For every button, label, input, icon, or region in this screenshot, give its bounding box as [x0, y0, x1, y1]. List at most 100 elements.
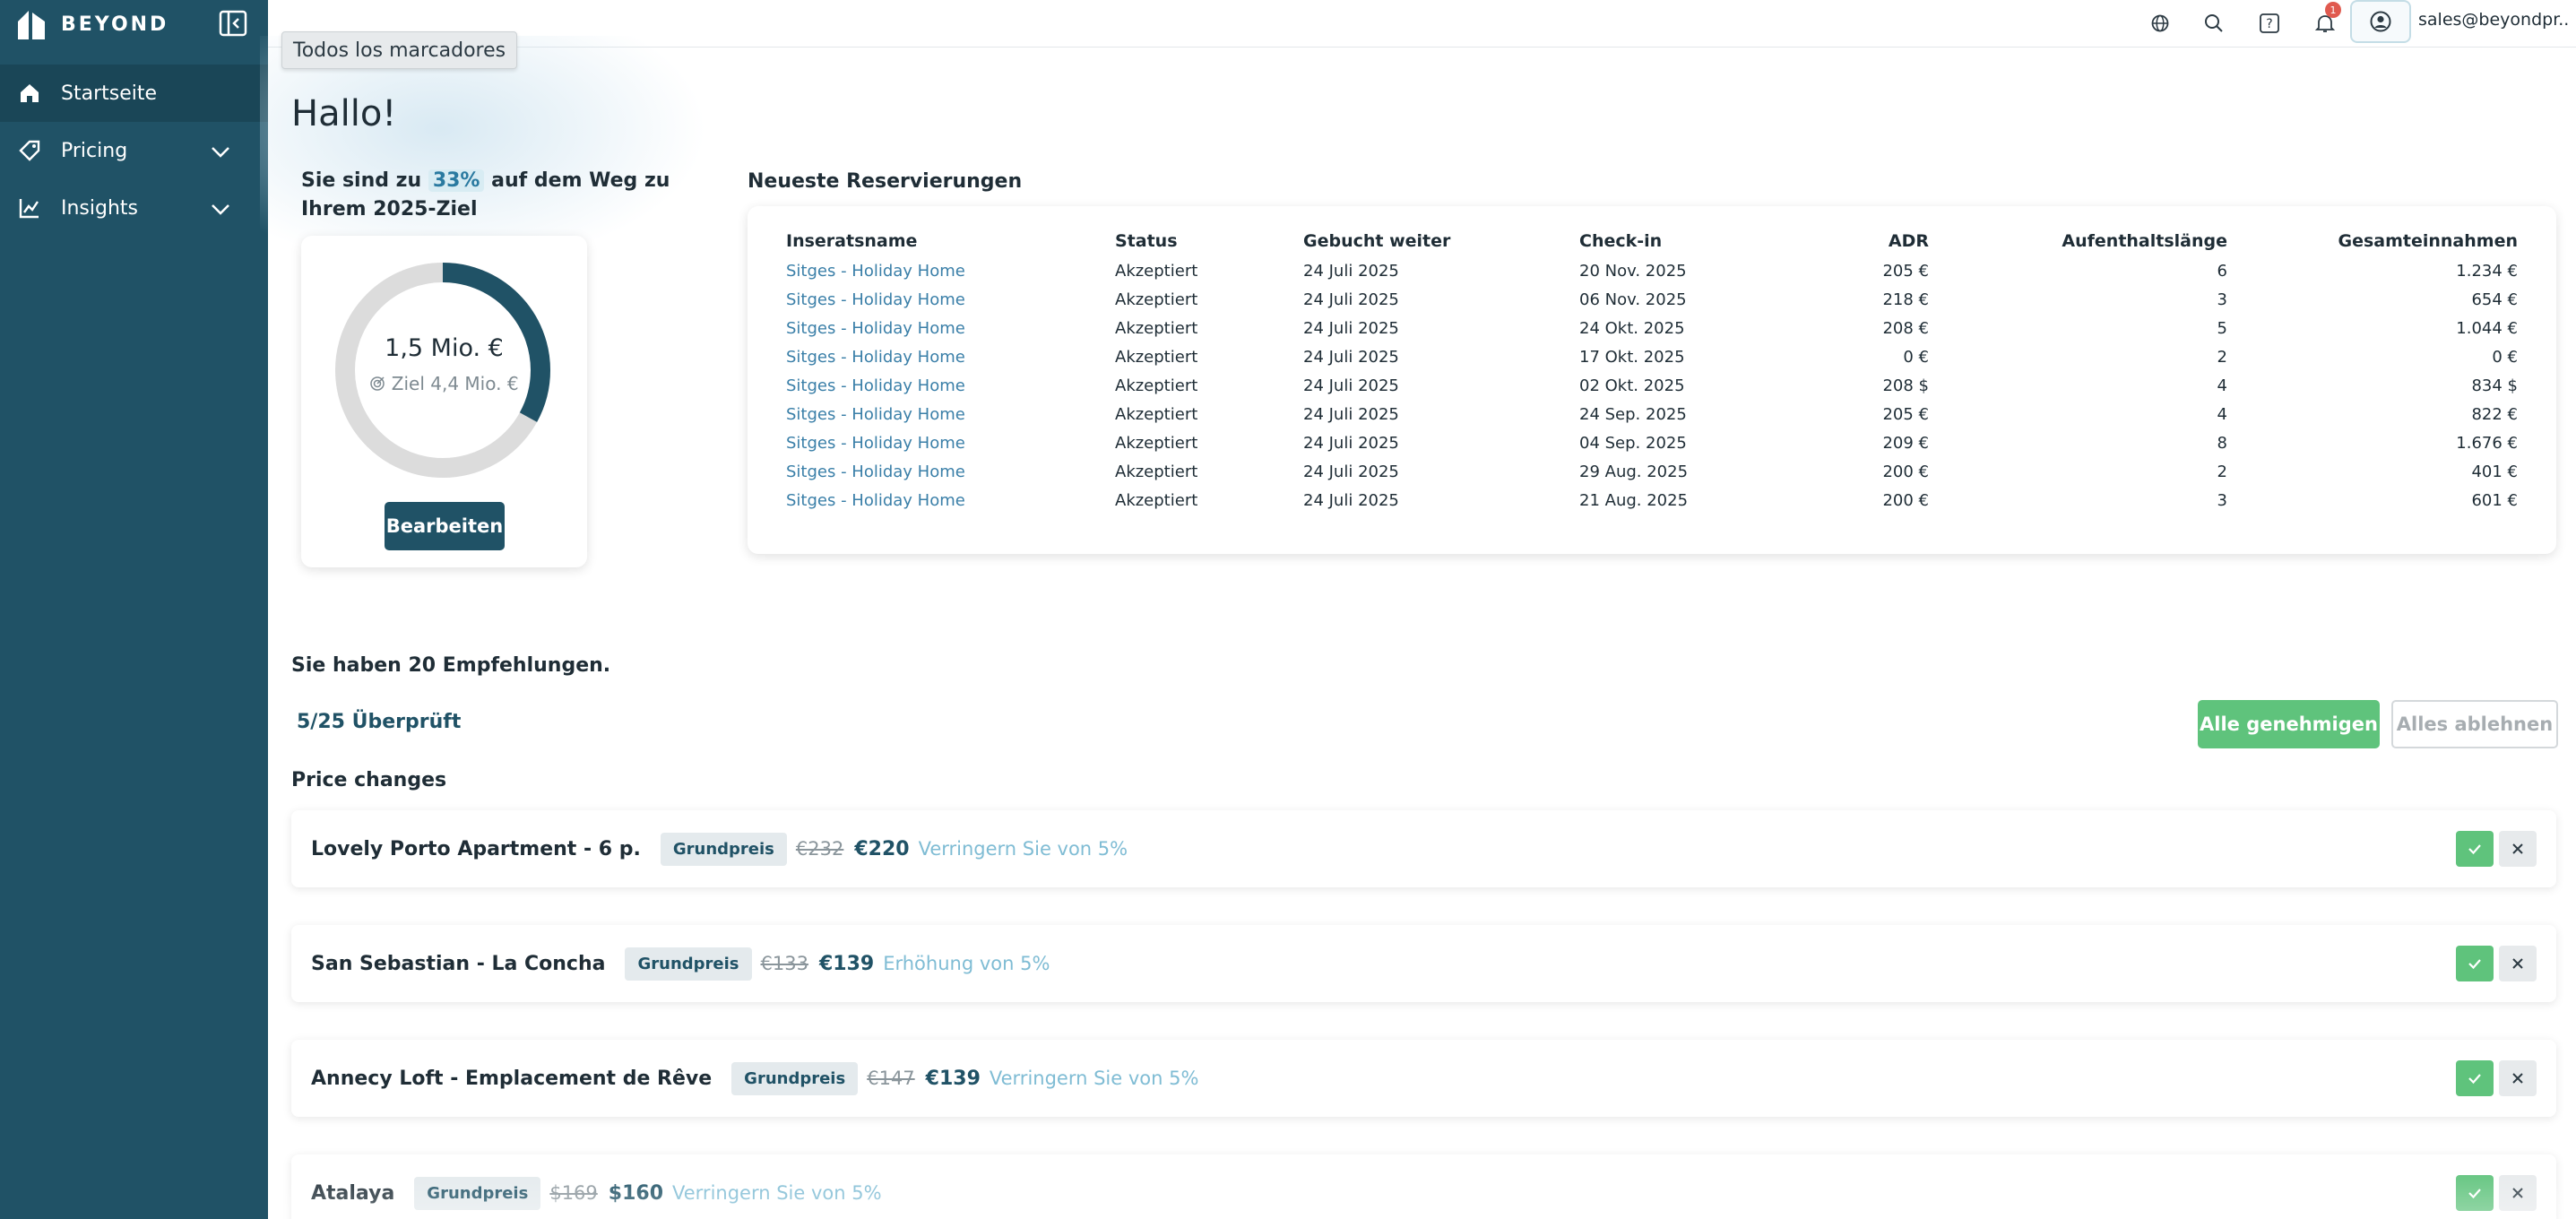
listing-name-link[interactable]: Sitges - Holiday Home — [786, 256, 1115, 285]
table-cell: 601 € — [2471, 490, 2518, 510]
price-tag-icon — [16, 137, 43, 164]
table-cell: 21 Aug. 2025 — [1579, 490, 1689, 510]
reject-button[interactable] — [2499, 831, 2537, 867]
new-price: €220 — [854, 837, 910, 860]
approve-button[interactable] — [2456, 1060, 2494, 1096]
sidebar-item-startseite[interactable]: Startseite — [0, 65, 268, 122]
goal-target: Ziel 4,4 Mio. € — [301, 373, 587, 394]
table-cell: Akzeptiert — [1115, 376, 1198, 395]
user-email[interactable]: sales@beyondpr... — [2418, 10, 2571, 30]
listing-name-link[interactable]: Sitges - Holiday Home — [786, 486, 1115, 514]
brand-logo[interactable]: BEYOND — [16, 5, 169, 43]
table-cell: 1.676 € — [2456, 433, 2518, 453]
check-icon — [2468, 1074, 2481, 1085]
column-header[interactable]: Status — [1115, 226, 1303, 256]
sidebar-item-pricing[interactable]: Pricing — [0, 122, 268, 179]
change-note: Verringern Sie von 5% — [989, 1068, 1199, 1089]
listing-name-link[interactable]: Sitges - Holiday Home — [786, 342, 1115, 371]
target-icon — [370, 376, 385, 391]
reservations-card: Inseratsname Status Gebucht weiter Check… — [748, 206, 2556, 554]
table-row[interactable]: Sitges - Holiday Home Akzeptiert 24 Juli 2… — [786, 342, 2518, 371]
table-cell: 24 Juli 2025 — [1303, 318, 1399, 338]
table-row[interactable]: Sitges - Holiday Home Akzeptiert 24 Juli 2… — [786, 256, 2518, 285]
help-button[interactable]: ? — [2252, 5, 2287, 41]
user-icon — [2370, 11, 2391, 32]
listing-name-link[interactable]: Sitges - Holiday Home — [786, 285, 1115, 314]
reject-button[interactable] — [2499, 1175, 2537, 1211]
column-header[interactable]: Inseratsname — [786, 226, 1115, 256]
edit-goal-button[interactable]: Bearbeiten — [385, 502, 505, 550]
goal-progress-text: Sie sind zu 33% auf dem Weg zu Ihrem 202… — [301, 167, 713, 224]
table-row[interactable]: Sitges - Holiday Home Akzeptiert 24 Juli 2… — [786, 457, 2518, 486]
approve-button[interactable] — [2456, 831, 2494, 867]
search-button[interactable] — [2196, 5, 2232, 41]
table-cell: 3 — [2217, 490, 2227, 510]
table-cell: 2 — [2217, 347, 2227, 367]
column-header[interactable]: Check-in — [1579, 226, 1780, 256]
table-cell: 0 € — [2492, 347, 2518, 367]
close-icon — [2512, 958, 2523, 969]
close-icon — [2512, 843, 2523, 854]
user-menu-button[interactable] — [2350, 0, 2411, 43]
column-header[interactable]: Gebucht weiter — [1303, 226, 1579, 256]
table-cell: 205 € — [1882, 404, 1929, 424]
table-cell: 200 € — [1882, 462, 1929, 481]
sidebar-nav: Startseite Pricing Insights — [0, 65, 268, 237]
change-note: Verringern Sie von 5% — [672, 1182, 882, 1204]
column-header[interactable]: Aufenthaltslänge — [1929, 226, 2227, 256]
table-row[interactable]: Sitges - Holiday Home Akzeptiert 24 Juli 2… — [786, 285, 2518, 314]
chevron-down-icon[interactable] — [209, 197, 232, 220]
chevron-down-icon[interactable] — [209, 140, 232, 163]
approve-button[interactable] — [2456, 1175, 2494, 1211]
search-icon — [2205, 14, 2223, 32]
notifications-button[interactable]: 1 — [2307, 2, 2343, 41]
change-note: Erhöhung von 5% — [883, 953, 1050, 974]
listing-name-link[interactable]: Sitges - Holiday Home — [786, 457, 1115, 486]
table-row[interactable]: Sitges - Holiday Home Akzeptiert 24 Juli 2… — [786, 314, 2518, 342]
reject-all-button[interactable]: Alles ablehnen — [2391, 700, 2558, 748]
goal-text-before: Sie sind zu — [301, 169, 422, 192]
table-cell: 24 Juli 2025 — [1303, 376, 1399, 395]
table-cell: 29 Aug. 2025 — [1579, 462, 1689, 481]
table-cell: Akzeptiert — [1115, 347, 1198, 367]
table-row[interactable]: Sitges - Holiday Home Akzeptiert 24 Juli 2… — [786, 371, 2518, 400]
price-change-row: Atalaya Grundpreis $169 $160 Verringern Sie … — [291, 1154, 2556, 1219]
listing-name-link[interactable]: Sitges - Holiday Home — [786, 400, 1115, 428]
collapse-sidebar-button[interactable] — [219, 9, 247, 38]
table-cell: 401 € — [2471, 462, 2518, 481]
table-row[interactable]: Sitges - Holiday Home Akzeptiert 24 Juli 2… — [786, 400, 2518, 428]
table-cell: 822 € — [2471, 404, 2518, 424]
table-cell: 6 — [2217, 261, 2227, 281]
reject-button[interactable] — [2499, 1060, 2537, 1096]
goal-card: 1,5 Mio. € Ziel 4,4 Mio. € Bearbeiten — [301, 236, 587, 567]
new-price: $160 — [608, 1181, 664, 1205]
table-cell: 06 Nov. 2025 — [1579, 290, 1687, 309]
listing-name-link[interactable]: Sitges - Holiday Home — [786, 314, 1115, 342]
table-cell: Akzeptiert — [1115, 290, 1198, 309]
table-cell: 209 € — [1882, 433, 1929, 453]
sidebar-item-insights[interactable]: Insights — [0, 179, 268, 237]
approve-button[interactable] — [2456, 946, 2494, 981]
table-cell: 1.234 € — [2456, 261, 2518, 281]
column-header[interactable]: ADR — [1780, 226, 1929, 256]
table-cell: 3 — [2217, 290, 2227, 309]
approve-all-button[interactable]: Alle genehmigen — [2198, 700, 2380, 748]
reservations-table: Inseratsname Status Gebucht weiter Check… — [786, 226, 2518, 514]
globe-icon — [2151, 14, 2169, 32]
listing-name-link[interactable]: Sitges - Holiday Home — [786, 371, 1115, 400]
language-button[interactable] — [2142, 5, 2178, 41]
reject-button[interactable] — [2499, 946, 2537, 981]
table-row[interactable]: Sitges - Holiday Home Akzeptiert 24 Juli 2… — [786, 486, 2518, 514]
table-cell: 208 € — [1882, 318, 1929, 338]
svg-text:?: ? — [2266, 17, 2272, 31]
column-header[interactable]: Gesamteinnahmen — [2227, 226, 2518, 256]
table-row[interactable]: Sitges - Holiday Home Akzeptiert 24 Juli 2… — [786, 428, 2518, 457]
old-price: $169 — [549, 1182, 598, 1204]
listing-name-link[interactable]: Sitges - Holiday Home — [786, 428, 1115, 457]
bookmarks-tooltip: Todos los marcadores — [281, 31, 518, 69]
recommendations-title: Sie haben 20 Empfehlungen. — [291, 654, 611, 677]
check-icon — [2468, 844, 2481, 855]
table-cell: Akzeptiert — [1115, 261, 1198, 281]
table-cell: Akzeptiert — [1115, 490, 1198, 510]
table-cell: 0 € — [1903, 347, 1929, 367]
